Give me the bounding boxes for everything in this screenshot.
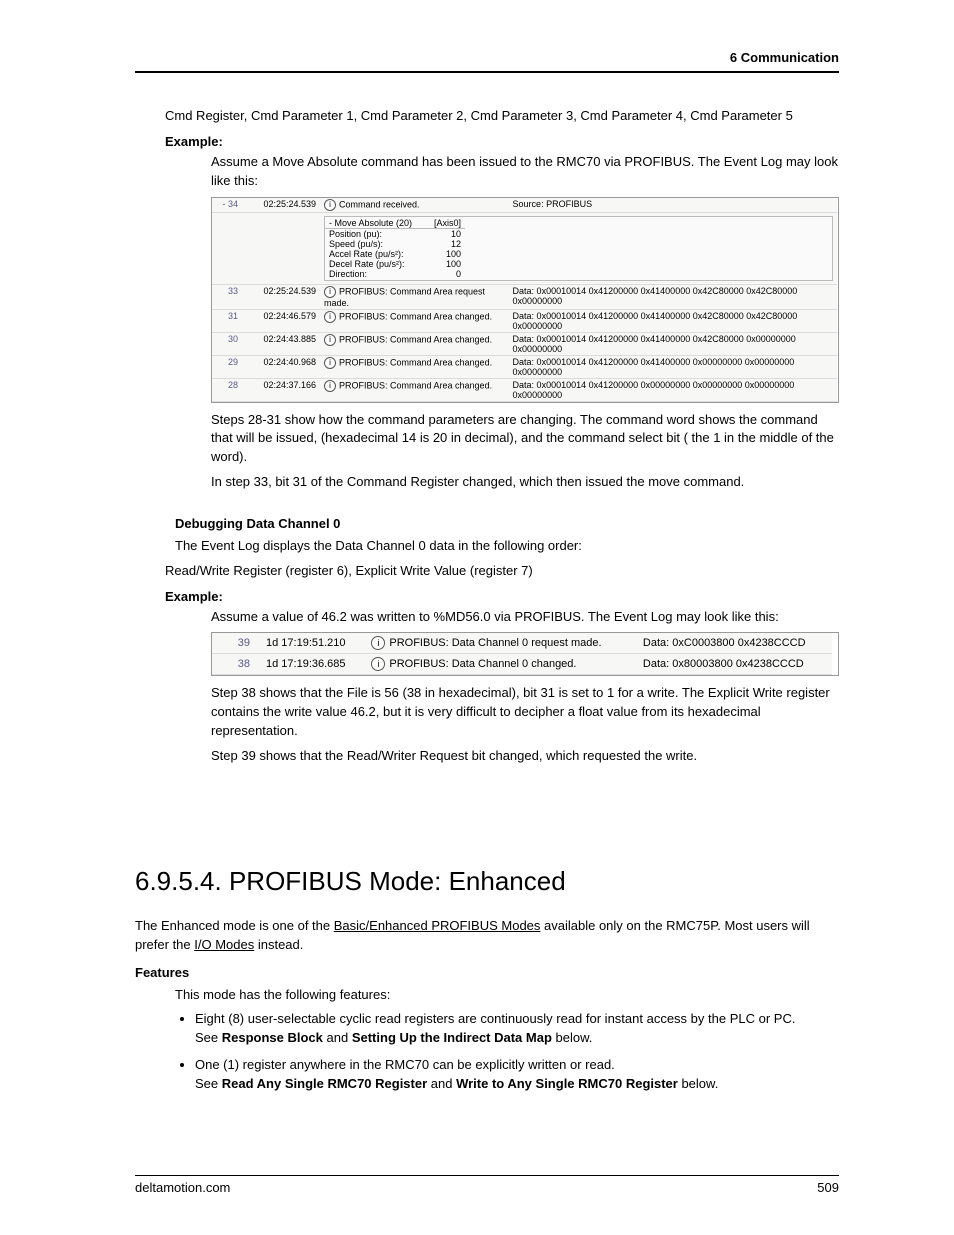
info-icon: i [324, 311, 336, 323]
paragraph-debug-2: Read/Write Register (register 6), Explic… [165, 562, 839, 581]
paragraph-features-intro: This mode has the following features: [175, 986, 839, 1005]
command-detail-box: - Move Absolute (20)[Axis0] Position (pu… [324, 216, 833, 281]
paragraph-cmd-registers: Cmd Register, Cmd Parameter 1, Cmd Param… [165, 107, 839, 126]
info-icon: i [324, 286, 336, 298]
event-log-table-2: 39 1d 17:19:51.210 iPROFIBUS: Data Chann… [212, 633, 832, 675]
event-row-num: - 34 [212, 198, 242, 213]
page: 6 Communication Cmd Register, Cmd Parame… [0, 0, 954, 1235]
event-log-figure-2: 39 1d 17:19:51.210 iPROFIBUS: Data Chann… [211, 632, 839, 676]
link-basic-enhanced-modes[interactable]: Basic/Enhanced PROFIBUS Modes [334, 918, 541, 933]
info-icon: i [324, 380, 336, 392]
info-icon: i [371, 657, 385, 671]
paragraph-debug-1: The Event Log displays the Data Channel … [175, 537, 839, 556]
info-icon: i [371, 636, 385, 650]
section-title: 6.9.5.4. PROFIBUS Mode: Enhanced [135, 866, 839, 897]
event-row: 3102:24:46.579 iPROFIBUS: Command Area c… [212, 309, 837, 332]
event-log-figure-1: - 34 02:25:24.539 iCommand received. Sou… [211, 197, 839, 403]
example-1-label: Example: [165, 134, 839, 149]
page-footer: deltamotion.com 509 [135, 1175, 839, 1195]
paragraph-steps-28-31: Steps 28-31 show how the command paramet… [211, 411, 839, 468]
page-header: 6 Communication [135, 50, 839, 73]
info-icon: i [324, 334, 336, 346]
example-2-intro: Assume a value of 46.2 was written to %M… [211, 608, 839, 627]
features-heading: Features [135, 965, 839, 980]
info-icon: i [324, 199, 336, 211]
subhead-debugging: Debugging Data Channel 0 [175, 516, 839, 531]
example-2-label: Example: [165, 589, 839, 604]
event-row: 38 1d 17:19:36.685 iPROFIBUS: Data Chann… [212, 654, 832, 675]
feature-item-1: Eight (8) user-selectable cyclic read re… [195, 1010, 839, 1048]
event-row: 2902:24:40.968 iPROFIBUS: Command Area c… [212, 355, 837, 378]
info-icon: i [324, 357, 336, 369]
event-row: 39 1d 17:19:51.210 iPROFIBUS: Data Chann… [212, 633, 832, 654]
event-row: - 34 02:25:24.539 iCommand received. Sou… [212, 198, 837, 213]
event-log-table-1: - 34 02:25:24.539 iCommand received. Sou… [212, 198, 837, 402]
feature-item-2: One (1) register anywhere in the RMC70 c… [195, 1056, 839, 1094]
paragraph-enhanced-intro: The Enhanced mode is one of the Basic/En… [135, 917, 839, 955]
link-io-modes[interactable]: I/O Modes [194, 937, 254, 952]
event-row-src: Source: PROFIBUS [509, 198, 837, 213]
event-row-ts: 02:25:24.539 [242, 198, 320, 213]
event-row: 3302:25:24.539 iPROFIBUS: Command Area r… [212, 284, 837, 309]
footer-domain: deltamotion.com [135, 1180, 230, 1195]
paragraph-step-39: Step 39 shows that the Read/Writer Reque… [211, 747, 839, 766]
features-list: Eight (8) user-selectable cyclic read re… [175, 1010, 839, 1093]
paragraph-step-38: Step 38 shows that the File is 56 (38 in… [211, 684, 839, 741]
footer-page-number: 509 [817, 1180, 839, 1195]
event-row: 2802:24:37.166 iPROFIBUS: Command Area c… [212, 378, 837, 401]
example-1-intro: Assume a Move Absolute command has been … [211, 153, 839, 191]
paragraph-step-33: In step 33, bit 31 of the Command Regist… [211, 473, 839, 492]
event-row-msg: iCommand received. [320, 198, 509, 213]
event-row-detail: - Move Absolute (20)[Axis0] Position (pu… [212, 212, 837, 284]
event-row: 3002:24:43.885 iPROFIBUS: Command Area c… [212, 332, 837, 355]
